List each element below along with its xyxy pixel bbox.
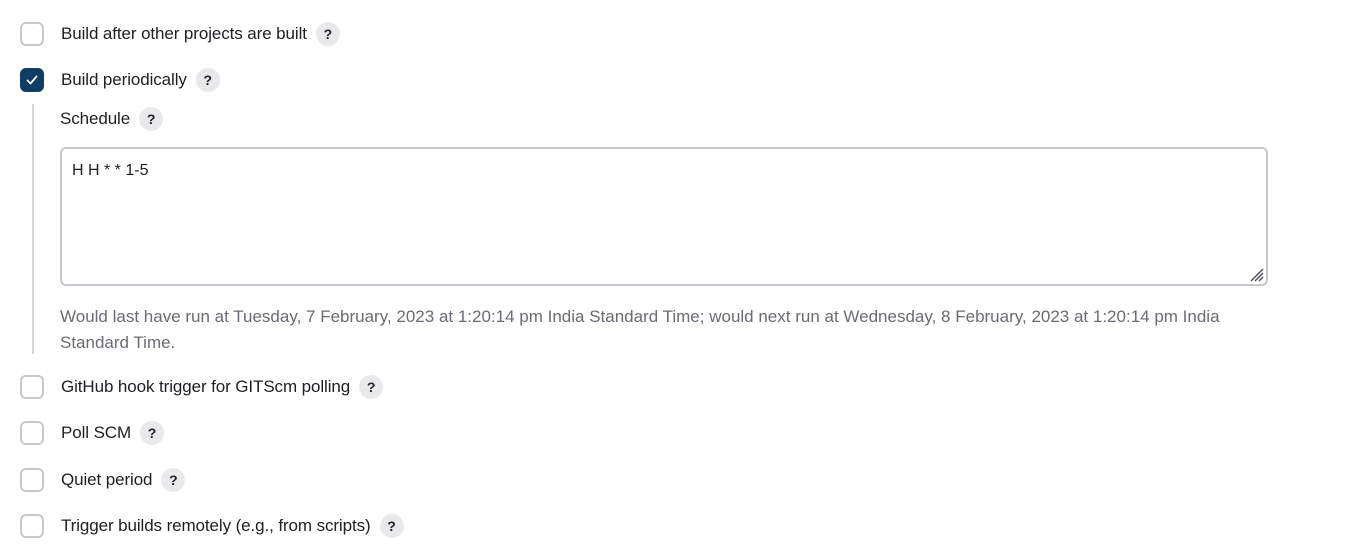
github-hook-label[interactable]: GitHub hook trigger for GITScm polling — [61, 377, 350, 397]
trigger-poll-scm[interactable]: Poll SCM ? — [20, 419, 165, 447]
trigger-build-after-other[interactable]: Build after other projects are built ? — [20, 20, 340, 48]
quiet-period-label[interactable]: Quiet period — [61, 470, 153, 490]
help-icon[interactable]: ? — [195, 68, 220, 92]
schedule-label: Schedule — [60, 109, 131, 128]
schedule-value: H H * * 1-5 — [72, 162, 149, 179]
trigger-quiet-period[interactable]: Quiet period ? — [20, 466, 186, 494]
build-periodically-checkbox[interactable] — [20, 68, 44, 92]
poll-scm-checkbox[interactable] — [20, 421, 44, 445]
resize-grip-icon[interactable] — [1246, 264, 1264, 282]
schedule-label-row: Schedule ? — [60, 106, 164, 132]
trigger-build-periodically[interactable]: Build periodically ? — [20, 66, 220, 94]
trigger-builds-remotely[interactable]: Trigger builds remotely (e.g., from scri… — [20, 512, 404, 540]
poll-scm-label[interactable]: Poll SCM — [61, 423, 131, 443]
trigger-remotely-label[interactable]: Trigger builds remotely (e.g., from scri… — [61, 516, 371, 536]
schedule-run-info: Would last have run at Tuesday, 7 Februa… — [60, 307, 1220, 352]
build-after-other-checkbox[interactable] — [20, 22, 44, 46]
trigger-github-hook[interactable]: GitHub hook trigger for GITScm polling ? — [20, 373, 384, 401]
help-icon[interactable]: ? — [379, 514, 404, 538]
github-hook-checkbox[interactable] — [20, 375, 44, 399]
schedule-textarea[interactable]: H H * * 1-5 — [60, 147, 1268, 286]
help-icon[interactable]: ? — [140, 421, 165, 445]
nested-section-bar — [32, 104, 34, 354]
help-icon[interactable]: ? — [161, 468, 186, 492]
build-after-other-label[interactable]: Build after other projects are built — [61, 24, 307, 44]
help-icon[interactable]: ? — [315, 22, 340, 46]
quiet-period-checkbox[interactable] — [20, 468, 44, 492]
build-periodically-label[interactable]: Build periodically — [61, 70, 187, 90]
help-icon[interactable]: ? — [359, 375, 384, 399]
trigger-remotely-checkbox[interactable] — [20, 514, 44, 538]
help-icon[interactable]: ? — [139, 107, 164, 131]
check-icon — [26, 75, 38, 85]
